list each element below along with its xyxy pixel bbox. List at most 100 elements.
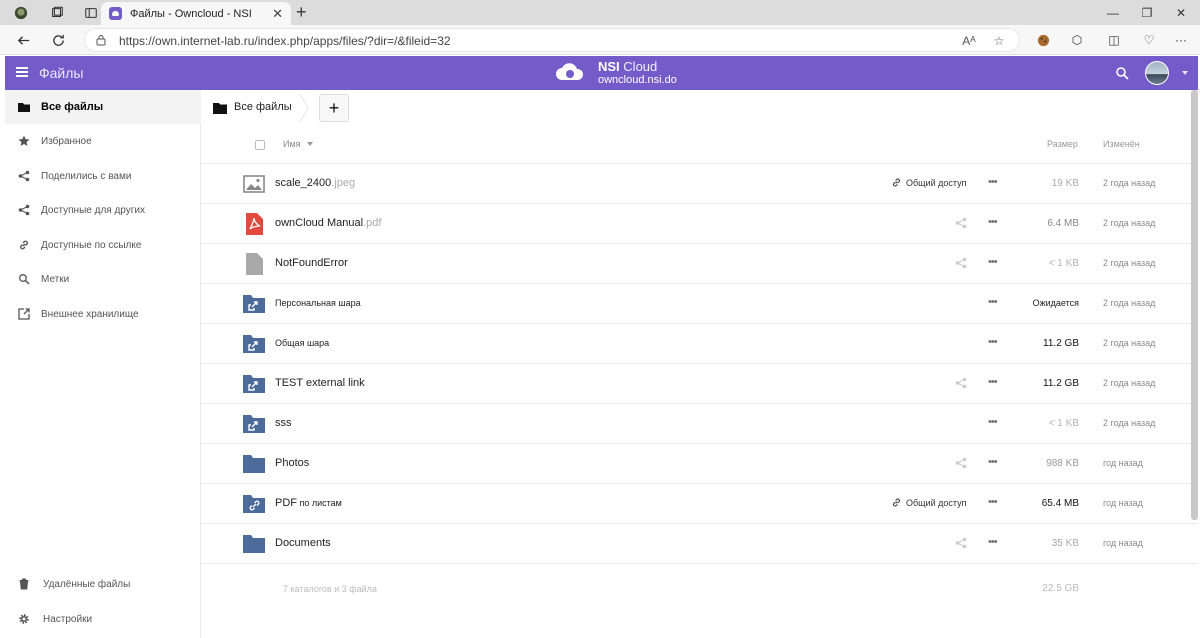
file-name[interactable]: Photos [275, 457, 309, 469]
table-row[interactable]: PDF по листам Общий доступ ••• 65.4 MB г… [201, 484, 1198, 524]
url-field[interactable]: https://own.internet-lab.ru/index.php/ap… [84, 28, 1020, 52]
more-actions-icon[interactable]: ••• [988, 536, 998, 548]
app-header: Файлы NSI Cloud owncloud.nsi.do [5, 56, 1198, 90]
profile-icon[interactable] [10, 4, 32, 22]
sidebar-item-label: Все файлы [41, 101, 104, 113]
share-icon[interactable] [955, 257, 967, 269]
more-actions-icon[interactable]: ••• [988, 336, 998, 348]
table-row[interactable]: Персональная шара ••• Ожидается 2 года н… [201, 284, 1198, 324]
folder-icon[interactable] [213, 102, 227, 114]
more-menu-icon[interactable]: ··· [1172, 32, 1190, 48]
column-size-header[interactable]: Размер [1047, 139, 1078, 149]
more-actions-icon[interactable]: ••• [988, 496, 998, 508]
app-title[interactable]: Файлы [39, 65, 83, 81]
table-row[interactable]: NotFoundError ••• < 1 KB 2 года назад [201, 244, 1198, 284]
file-name[interactable]: Общая шара [275, 338, 329, 348]
sidebar-item-favorites[interactable]: Избранное [5, 124, 201, 158]
favorite-star-icon[interactable]: ☆ [991, 33, 1007, 49]
more-actions-icon[interactable]: ••• [988, 456, 998, 468]
sidebar-item-label: Поделились с вами [41, 170, 132, 182]
chevron-down-icon[interactable] [1182, 71, 1188, 75]
read-aloud-icon[interactable]: Aᴬ [961, 33, 977, 49]
file-basename: NotFoundError [275, 257, 348, 269]
sidebar-item-settings[interactable]: Настройки [5, 602, 201, 636]
trash-icon [17, 577, 31, 591]
table-row[interactable]: TEST external link ••• 11.2 GB 2 года на… [201, 364, 1198, 404]
more-actions-icon[interactable]: ••• [988, 376, 998, 388]
workspaces-icon[interactable] [46, 4, 68, 22]
sidebar-item-external-storage[interactable]: Внешнее хранилище [5, 297, 201, 331]
file-basename: Photos [275, 457, 310, 469]
file-size: 65.4 MB [1041, 498, 1079, 509]
more-actions-icon[interactable]: ••• [988, 176, 998, 188]
search-icon[interactable] [1115, 66, 1129, 80]
breadcrumb[interactable]: Все файлы [234, 101, 292, 113]
back-icon[interactable] [12, 30, 34, 50]
sidebar-item-tags[interactable]: Метки [5, 262, 201, 296]
tab-actions-icon[interactable] [80, 4, 102, 22]
summary-count: 7 каталогов и 3 файла [283, 584, 377, 594]
url-text: https://own.internet-lab.ru/index.php/ap… [119, 34, 451, 48]
sidebar-item-shared-by-link[interactable]: Доступные по ссылке [5, 228, 201, 262]
file-name[interactable]: Персональная шара [275, 298, 361, 308]
sidebar-item-label: Доступные по ссылке [41, 239, 142, 251]
gear-icon [17, 612, 31, 626]
shared-status[interactable]: Общий доступ [891, 177, 966, 188]
more-actions-icon[interactable]: ••• [988, 216, 998, 228]
scrollbar[interactable] [1191, 90, 1198, 520]
column-modified-header[interactable]: Изменён [1103, 139, 1140, 149]
new-tab-icon[interactable]: + [296, 3, 307, 21]
close-tab-icon[interactable]: ✕ [272, 6, 283, 22]
file-name[interactable]: TEST external link [275, 377, 365, 389]
file-basename: Общая шара [275, 338, 330, 348]
more-actions-icon[interactable]: ••• [988, 416, 998, 428]
sort-caret-icon[interactable] [307, 142, 313, 146]
sidebar-item-all-files[interactable]: Все файлы [5, 90, 201, 124]
shared-label: Общий доступ [906, 497, 967, 508]
sidebar-item-shared-with-you[interactable]: Поделились с вами [5, 159, 201, 193]
avatar[interactable] [1145, 61, 1169, 85]
more-actions-icon[interactable]: ••• [988, 296, 998, 308]
file-name[interactable]: scale_2400.jpeg [275, 177, 355, 189]
table-row[interactable]: Documents ••• 35 KB год назад [201, 524, 1198, 564]
file-size: 19 KB [1051, 178, 1079, 189]
table-row[interactable]: Photos ••• 988 KB год назад [201, 444, 1198, 484]
file-modified: год назад [1103, 458, 1143, 468]
browser-essentials-icon[interactable]: ♡ [1140, 32, 1158, 48]
table-row[interactable]: sss ••• < 1 KB 2 года назад [201, 404, 1198, 444]
select-all-checkbox[interactable] [255, 140, 265, 150]
new-button[interactable]: + [319, 94, 349, 122]
cookie-extension-icon[interactable] [1034, 32, 1052, 48]
share-icon[interactable] [955, 457, 967, 469]
search-icon [17, 272, 31, 286]
sidebar-item-shared-with-others[interactable]: Доступные для других [5, 193, 201, 227]
sidebar: Все файлы Избранное Поделились с вами До… [5, 90, 201, 638]
file-name[interactable]: NotFoundError [275, 257, 348, 269]
share-icon[interactable] [955, 377, 967, 389]
shared-status[interactable]: Общий доступ [891, 497, 966, 508]
table-row[interactable]: ownCloud Manual.pdf ••• 6.4 MB 2 года на… [201, 204, 1198, 244]
table-row[interactable]: scale_2400.jpeg Общий доступ ••• 19 KB 2… [201, 164, 1198, 204]
pdf-icon [246, 213, 263, 235]
extensions-icon[interactable]: ⬡ [1068, 32, 1086, 48]
column-name-header[interactable]: Имя [283, 139, 301, 149]
more-actions-icon[interactable]: ••• [988, 256, 998, 268]
sidebar-item-deleted-files[interactable]: Удалённые файлы [5, 567, 201, 601]
lock-icon[interactable] [95, 34, 107, 46]
file-name[interactable]: Documents [275, 537, 331, 549]
file-name[interactable]: PDF по листам [275, 497, 342, 509]
file-name[interactable]: sss [275, 417, 292, 429]
share-icon[interactable] [955, 217, 967, 229]
split-screen-icon[interactable]: ◫ [1105, 32, 1123, 48]
file-name[interactable]: ownCloud Manual.pdf [275, 217, 381, 229]
table-row[interactable]: Общая шара ••• 11.2 GB 2 года назад [201, 324, 1198, 364]
reload-icon[interactable] [47, 30, 69, 50]
file-size: < 1 KB [1048, 418, 1079, 429]
share-icon[interactable] [955, 537, 967, 549]
folder-icon [243, 535, 265, 553]
menu-hamburger-icon[interactable] [16, 67, 28, 77]
folder-icon [17, 100, 31, 114]
browser-tab-active[interactable]: Файлы - Owncloud - NSI ✕ [101, 2, 291, 25]
cloud-logo-icon [556, 63, 584, 80]
close-window-icon[interactable]: ✕ [1158, 0, 1200, 25]
